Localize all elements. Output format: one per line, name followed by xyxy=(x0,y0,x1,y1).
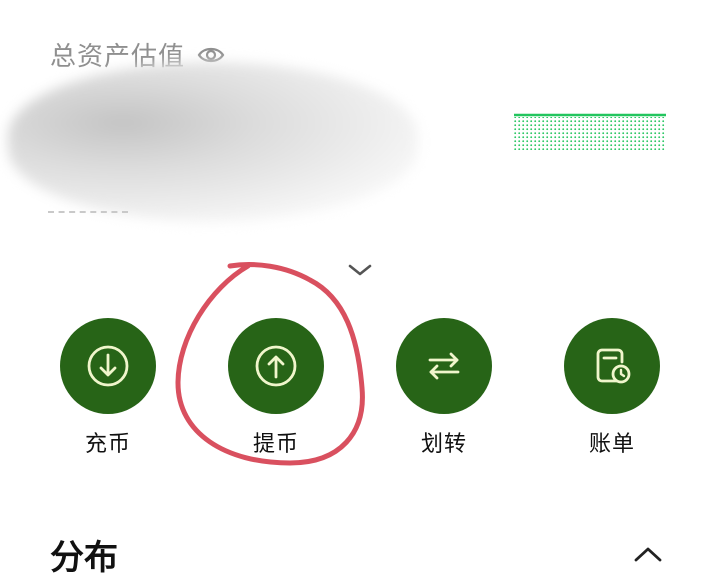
hidden-balance-underline xyxy=(48,211,128,213)
bill-clock-icon xyxy=(596,348,631,384)
hidden-balance-blur xyxy=(8,62,418,222)
transfer-button[interactable]: 划转 xyxy=(389,318,499,458)
transfer-label: 划转 xyxy=(420,432,467,457)
withdraw-label: 提币 xyxy=(252,432,299,457)
deposit-button[interactable]: 充币 xyxy=(53,318,163,458)
chevron-down-icon[interactable] xyxy=(346,260,374,280)
section-title: 分布 xyxy=(50,538,118,578)
deposit-arrow-down-icon xyxy=(87,345,129,387)
deposit-icon-circle[interactable] xyxy=(60,318,156,414)
bill-label: 账单 xyxy=(588,432,635,457)
transfer-arrows-icon xyxy=(428,352,460,380)
transfer-icon-circle[interactable] xyxy=(396,318,492,414)
quick-actions: 充币 提币 划转 账单 xyxy=(0,318,720,458)
bill-icon-circle[interactable] xyxy=(564,318,660,414)
deposit-label: 充币 xyxy=(84,432,131,457)
withdraw-button[interactable]: 提币 xyxy=(221,318,331,458)
chevron-up-icon[interactable] xyxy=(633,544,663,564)
bill-button[interactable]: 账单 xyxy=(557,318,667,458)
asset-sparkline xyxy=(514,113,666,150)
withdraw-icon-circle[interactable] xyxy=(228,318,324,414)
withdraw-arrow-up-icon xyxy=(255,345,297,387)
